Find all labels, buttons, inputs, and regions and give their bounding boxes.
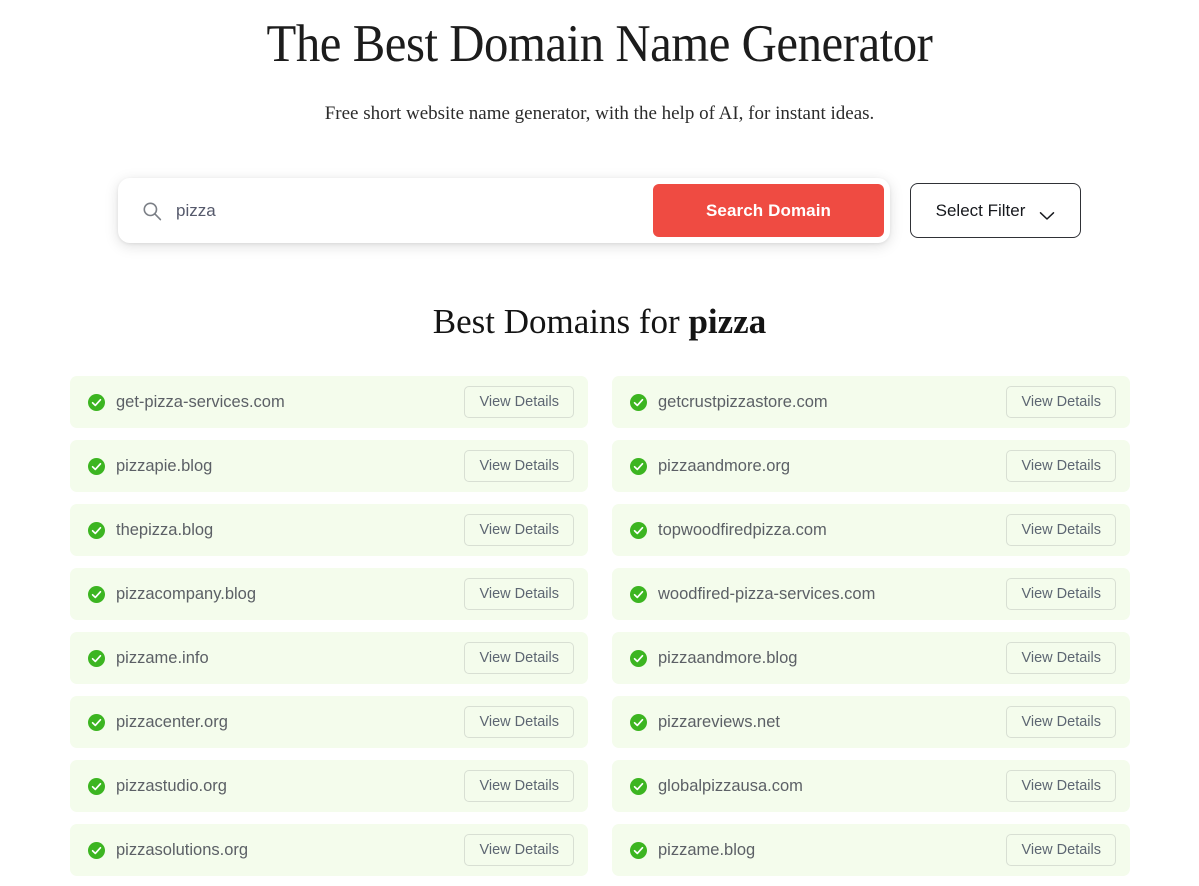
check-circle-icon [88,842,105,859]
check-circle-icon [88,778,105,795]
domain-row[interactable]: topwoodfiredpizza.comView Details [612,504,1130,556]
search-input[interactable] [176,191,653,231]
check-circle-icon [630,778,647,795]
select-filter-dropdown[interactable]: Select Filter [910,183,1081,238]
domain-row[interactable]: woodfired-pizza-services.comView Details [612,568,1130,620]
check-circle-icon [630,394,647,411]
view-details-button[interactable]: View Details [1006,386,1116,418]
view-details-button[interactable]: View Details [464,450,574,482]
view-details-button[interactable]: View Details [464,834,574,866]
check-circle-icon [88,458,105,475]
view-details-button[interactable]: View Details [464,706,574,738]
domain-row[interactable]: pizzareviews.netView Details [612,696,1130,748]
view-details-button[interactable]: View Details [464,578,574,610]
results-heading-prefix: Best Domains for [433,302,689,341]
select-filter-label: Select Filter [936,201,1026,221]
check-circle-icon [630,522,647,539]
view-details-button[interactable]: View Details [464,386,574,418]
view-details-button[interactable]: View Details [1006,706,1116,738]
search-icon [142,201,162,221]
domain-name: pizzasolutions.org [116,841,464,860]
view-details-button[interactable]: View Details [1006,514,1116,546]
domain-results-grid: get-pizza-services.comView Detailsgetcru… [70,376,1130,876]
domain-name: pizzapie.blog [116,457,464,476]
domain-row[interactable]: globalpizzausa.comView Details [612,760,1130,812]
domain-name: pizzaandmore.org [658,457,1006,476]
domain-row[interactable]: getcrustpizzastore.comView Details [612,376,1130,428]
view-details-button[interactable]: View Details [1006,642,1116,674]
domain-row[interactable]: pizzacenter.orgView Details [70,696,588,748]
domain-row[interactable]: thepizza.blogView Details [70,504,588,556]
results-heading: Best Domains for pizza [0,302,1199,342]
domain-name: pizzacenter.org [116,713,464,732]
domain-name: topwoodfiredpizza.com [658,521,1006,540]
domain-name: pizzastudio.org [116,777,464,796]
search-container: Search Domain [118,178,890,243]
domain-row[interactable]: pizzapie.blogView Details [70,440,588,492]
domain-name: globalpizzausa.com [658,777,1006,796]
view-details-button[interactable]: View Details [1006,770,1116,802]
domain-name: thepizza.blog [116,521,464,540]
view-details-button[interactable]: View Details [464,514,574,546]
domain-name: pizzacompany.blog [116,585,464,604]
check-circle-icon [630,650,647,667]
chevron-down-icon [1039,206,1055,216]
domain-name: pizzame.blog [658,841,1006,860]
check-circle-icon [88,522,105,539]
check-circle-icon [630,714,647,731]
page-subtitle: Free short website name generator, with … [0,75,1199,125]
check-circle-icon [88,586,105,603]
search-domain-button[interactable]: Search Domain [653,184,884,237]
domain-name: pizzaandmore.blog [658,649,1006,668]
view-details-button[interactable]: View Details [464,770,574,802]
domain-name: woodfired-pizza-services.com [658,585,1006,604]
page-root: The Best Domain Name Generator Free shor… [0,0,1199,886]
domain-row[interactable]: pizzasolutions.orgView Details [70,824,588,876]
check-circle-icon [630,458,647,475]
domain-name: pizzame.info [116,649,464,668]
check-circle-icon [630,586,647,603]
check-circle-icon [630,842,647,859]
check-circle-icon [88,394,105,411]
domain-row[interactable]: pizzacompany.blogView Details [70,568,588,620]
domain-name: get-pizza-services.com [116,393,464,412]
search-bar-row: Search Domain Select Filter [0,178,1199,243]
domain-row[interactable]: pizzaandmore.orgView Details [612,440,1130,492]
domain-row[interactable]: get-pizza-services.comView Details [70,376,588,428]
view-details-button[interactable]: View Details [1006,834,1116,866]
view-details-button[interactable]: View Details [1006,578,1116,610]
domain-row[interactable]: pizzastudio.orgView Details [70,760,588,812]
domain-name: getcrustpizzastore.com [658,393,1006,412]
domain-row[interactable]: pizzame.blogView Details [612,824,1130,876]
view-details-button[interactable]: View Details [1006,450,1116,482]
domain-name: pizzareviews.net [658,713,1006,732]
domain-row[interactable]: pizzaandmore.blogView Details [612,632,1130,684]
view-details-button[interactable]: View Details [464,642,574,674]
check-circle-icon [88,714,105,731]
results-heading-keyword: pizza [688,302,766,341]
page-title: The Best Domain Name Generator [48,0,1151,75]
check-circle-icon [88,650,105,667]
domain-row[interactable]: pizzame.infoView Details [70,632,588,684]
